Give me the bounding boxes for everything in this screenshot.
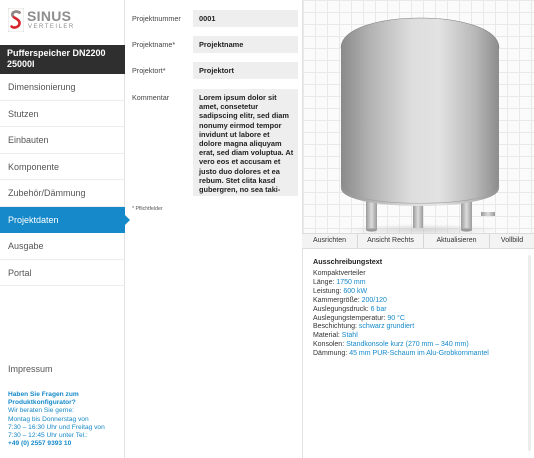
tender-line-label: Dämmung: xyxy=(313,350,350,358)
tender-line: Leistung: 600 kW xyxy=(313,288,534,297)
tender-line-label: Kompaktverteiler xyxy=(313,270,366,277)
tender-line-value: 45 mm PUR-Schaum im Alu-Grobkornmantel xyxy=(349,350,489,358)
projektnummer-field[interactable]: 0001 xyxy=(193,10,298,27)
tender-line-label: Kammergröße: xyxy=(313,296,362,304)
aktualisieren-button[interactable]: Aktualisieren xyxy=(424,234,490,248)
tender-line-label: Beschichtung: xyxy=(313,323,359,331)
tender-line: Auslegungstemperatur: 90 °C xyxy=(313,315,534,324)
tender-line-value: schwarz grundiert xyxy=(358,323,415,331)
sidebar: SINUS VERTEILER Pufferspeicher DN2200 25… xyxy=(0,0,130,458)
tender-line-label: Material: xyxy=(313,332,342,340)
projektort-label: Projektort* xyxy=(132,66,166,75)
sidebar-nav: Dimensionierung Stutzen Einbauten Kompon… xyxy=(0,74,130,286)
tender-scrollbar[interactable] xyxy=(528,255,531,451)
brand-logo[interactable]: SINUS VERTEILER xyxy=(8,8,98,34)
product-title-line2: 25000l xyxy=(7,59,35,69)
tender-line: Material: Stahl xyxy=(313,332,534,341)
sidebar-item-stutzen[interactable]: Stutzen xyxy=(0,101,125,127)
tender-line: Länge: 1750 mm xyxy=(313,279,534,288)
sidebar-item-komponente[interactable]: Komponente xyxy=(0,154,125,180)
help-question: Haben Sie Fragen zum Produktkonfigurator… xyxy=(8,391,79,407)
sidebar-item-einbauten[interactable]: Einbauten xyxy=(0,127,125,154)
sinus-logo-icon xyxy=(8,8,24,32)
kommentar-field[interactable]: Lorem ipsum dolor sit amet, consetetur s… xyxy=(193,89,298,196)
tender-line: Beschichtung: schwarz grundiert xyxy=(313,323,534,332)
help-contact: Haben Sie Fragen zum Produktkonfigurator… xyxy=(8,391,123,448)
ausrichten-button[interactable]: Ausrichten xyxy=(302,234,358,248)
tender-line: Kammergröße: 200/120 xyxy=(313,297,534,306)
tender-line-value: 200/120 xyxy=(361,296,387,304)
tender-line: Kompaktverteiler xyxy=(313,270,534,279)
sidebar-item-zubehoer-daemmung[interactable]: Zubehör/Dämmung xyxy=(0,180,125,207)
kommentar-label: Kommentar xyxy=(132,93,170,102)
help-line: 7:30 – 16:30 Uhr und Freitag von xyxy=(8,423,105,431)
ansicht-rechts-button[interactable]: Ansicht Rechts xyxy=(358,234,424,248)
product-title-line1: Pufferspeicher DN2200 xyxy=(7,48,106,58)
tender-line-value: 6 bar xyxy=(370,305,387,313)
sidebar-item-portal[interactable]: Portal xyxy=(0,260,125,286)
sidebar-item-projektdaten[interactable]: Projektdaten xyxy=(0,206,130,233)
help-line: 7:30 – 12:45 Uhr unter Tel.: xyxy=(8,432,88,440)
tender-line-label: Leistung: xyxy=(313,287,344,295)
buffer-tank-render xyxy=(340,17,501,233)
help-line: Wir beraten Sie gerne: xyxy=(8,407,74,415)
impressum-link[interactable]: Impressum xyxy=(8,364,53,374)
tender-line: Konsolen: Standkonsole kurz (270 mm – 34… xyxy=(313,341,534,350)
tender-line-value: Stahl xyxy=(341,332,358,340)
tender-line-label: Auslegungstemperatur: xyxy=(313,314,388,322)
tender-line-value: 90 °C xyxy=(387,314,405,322)
tender-title: Ausschreibungstext xyxy=(313,257,383,266)
required-fields-note: * Pflichtfelder xyxy=(132,206,163,212)
vollbild-button[interactable]: Vollbild xyxy=(490,234,534,248)
tank-3d-viewer[interactable] xyxy=(302,0,534,233)
brand-name: SINUS xyxy=(27,8,72,24)
tender-line-value: 1750 mm xyxy=(336,278,366,286)
help-phone-link[interactable]: +49 (0) 2557 9393 10 xyxy=(8,440,123,448)
tender-line-label: Auslegungsdruck: xyxy=(313,305,371,313)
sidebar-item-dimensionierung[interactable]: Dimensionierung xyxy=(0,74,125,101)
projektname-field[interactable]: Projektname xyxy=(193,36,298,53)
sidebar-item-ausgabe[interactable]: Ausgabe xyxy=(0,233,125,260)
project-form: Projektnummer 0001 Projektname* Projektn… xyxy=(125,0,302,458)
projektnummer-label: Projektnummer xyxy=(132,14,181,23)
tender-line: Auslegungsdruck: 6 bar xyxy=(313,306,534,315)
tender-line-label: Länge: xyxy=(313,278,337,286)
brand-subtitle: VERTEILER xyxy=(28,24,75,30)
projektort-field[interactable]: Projektort xyxy=(193,62,298,79)
tender-text-panel: Ausschreibungstext Kompaktverteiler Läng… xyxy=(302,249,534,458)
tender-line-value: Standkonsole kurz (270 mm – 340 mm) xyxy=(346,341,469,349)
tender-line-label: Konsolen: xyxy=(313,341,347,349)
tender-line: Dämmung: 45 mm PUR-Schaum im Alu-Grobkor… xyxy=(313,350,534,359)
projektname-label: Projektname* xyxy=(132,40,176,49)
product-title: Pufferspeicher DN2200 25000l xyxy=(0,45,125,74)
help-line: Montag bis Donnerstag von xyxy=(8,415,89,423)
tender-line-value: 600 kW xyxy=(343,287,368,295)
viewer-toolbar: Ausrichten Ansicht Rechts Aktualisieren … xyxy=(302,233,534,249)
